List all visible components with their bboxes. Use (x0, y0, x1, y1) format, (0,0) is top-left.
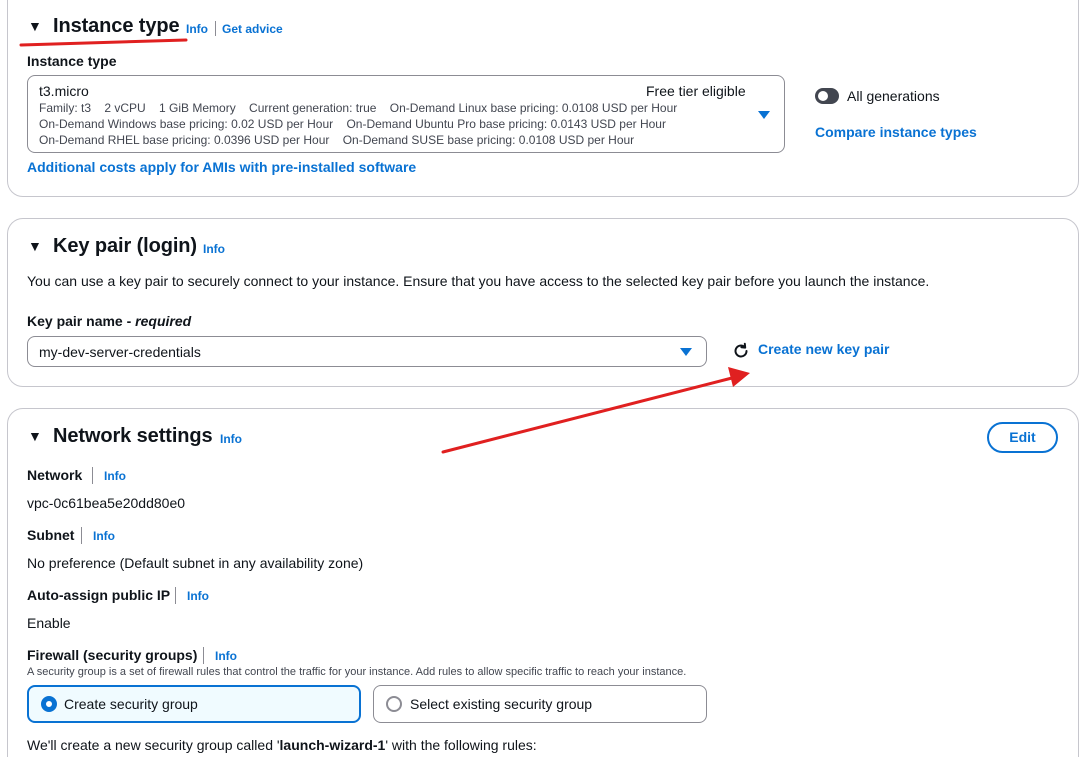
collapse-triangle-icon[interactable]: ▼ (28, 238, 42, 254)
edit-button[interactable]: Edit (987, 422, 1058, 453)
create-security-group-label: Create security group (64, 696, 198, 712)
new-security-group-note: We'll create a new security group called… (27, 737, 537, 753)
instance-spec-line-2: On-Demand Windows base pricing: 0.02 USD… (39, 117, 666, 131)
instance-spec-line-3: On-Demand RHEL base pricing: 0.0396 USD … (39, 133, 635, 147)
subnet-label: Subnet (27, 527, 75, 543)
create-new-key-pair-link[interactable]: Create new key pair (758, 341, 890, 357)
instance-type-heading: Instance type (53, 15, 180, 37)
instance-type-name: t3.micro (39, 83, 89, 99)
refresh-icon[interactable] (732, 342, 750, 360)
all-generations-toggle[interactable] (815, 88, 839, 104)
instance-type-select[interactable]: t3.micro Free tier eligible Family: t3 2… (27, 75, 785, 153)
divider (81, 527, 82, 544)
select-existing-security-group-option[interactable]: Select existing security group (373, 685, 707, 723)
instance-spec-line-1: Family: t3 2 vCPU 1 GiB Memory Current g… (39, 101, 678, 115)
key-pair-description: You can use a key pair to securely conne… (27, 273, 930, 289)
divider (175, 587, 176, 604)
network-label: Network (27, 467, 83, 483)
subnet-value: No preference (Default subnet in any ava… (27, 555, 364, 571)
firewall-description: A security group is a set of firewall ru… (27, 666, 687, 678)
instance-type-info-link[interactable]: Info (186, 22, 208, 36)
radio-selected-icon (41, 696, 57, 712)
security-group-name: launch-wizard-1 (279, 737, 386, 753)
divider (203, 647, 204, 664)
key-pair-field-label: Key pair name - required (27, 313, 192, 329)
network-info-link[interactable]: Info (104, 469, 126, 483)
all-generations-label: All generations (847, 88, 940, 104)
public-ip-value: Enable (27, 615, 71, 631)
radio-unselected-icon (386, 696, 402, 712)
key-pair-info-link[interactable]: Info (203, 242, 225, 256)
network-settings-heading: Network settings (53, 425, 213, 447)
key-pair-select[interactable]: my-dev-server-credentials (27, 336, 707, 367)
public-ip-info-link[interactable]: Info (187, 589, 209, 603)
auto-assign-public-ip-label: Auto-assign public IP (27, 587, 171, 603)
subnet-info-link[interactable]: Info (93, 529, 115, 543)
chevron-down-icon (758, 111, 770, 119)
chevron-down-icon (680, 348, 692, 356)
collapse-triangle-icon[interactable]: ▼ (28, 18, 42, 34)
collapse-triangle-icon[interactable]: ▼ (28, 428, 42, 444)
create-security-group-option[interactable]: Create security group (27, 685, 361, 723)
select-existing-security-group-label: Select existing security group (410, 696, 593, 712)
divider (215, 21, 216, 36)
key-pair-heading: Key pair (login) (53, 235, 197, 257)
compare-instance-types-link[interactable]: Compare instance types (815, 124, 977, 140)
free-tier-badge: Free tier eligible (646, 83, 746, 99)
instance-type-field-label: Instance type (27, 53, 117, 69)
required-marker: required (135, 313, 192, 329)
additional-costs-link[interactable]: Additional costs apply for AMIs with pre… (27, 159, 416, 175)
network-value: vpc-0c61bea5e20dd80e0 (27, 495, 186, 511)
divider (92, 467, 93, 484)
get-advice-link[interactable]: Get advice (222, 22, 283, 36)
firewall-info-link[interactable]: Info (215, 649, 237, 663)
firewall-label: Firewall (security groups) (27, 647, 198, 663)
key-pair-selected-value: my-dev-server-credentials (39, 344, 201, 360)
network-settings-info-link[interactable]: Info (220, 432, 242, 446)
